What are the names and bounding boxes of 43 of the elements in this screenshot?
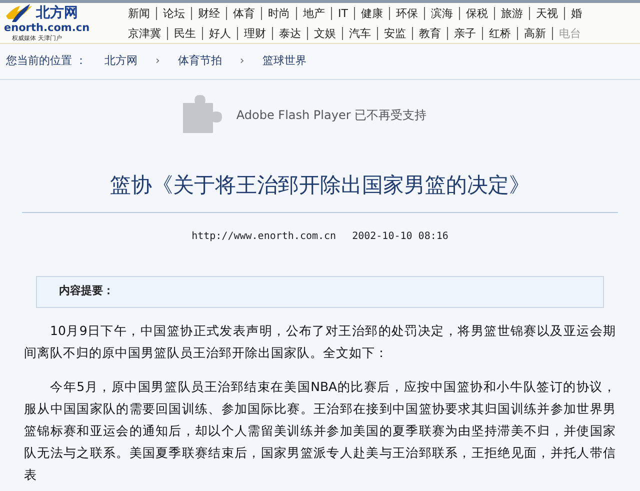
breadcrumb-link[interactable]: 篮球世界 bbox=[262, 53, 306, 70]
breadcrumb-separator: › bbox=[156, 53, 160, 70]
nav-link[interactable]: 论坛 bbox=[156, 6, 191, 20]
nav-link[interactable]: 天视 bbox=[528, 6, 564, 20]
nav-link[interactable]: 文娱 bbox=[307, 26, 342, 40]
nav-link[interactable]: 财经 bbox=[191, 6, 226, 20]
nav-link[interactable]: 亲子 bbox=[447, 26, 482, 40]
nav-link[interactable]: 红桥 bbox=[482, 26, 517, 40]
logo-name: 北方网 bbox=[36, 6, 78, 20]
breadcrumb-label: 您当前的位置 ： bbox=[6, 53, 86, 70]
nav-link[interactable]: 教育 bbox=[412, 26, 447, 40]
nav-link[interactable]: 民生 bbox=[167, 26, 202, 40]
puzzle-icon bbox=[183, 95, 222, 135]
article-paragraph: 10月9日下午，中国篮协正式发表声明，公布了对王治郅的处罚决定，将男篮世锦赛以及亚运会期间离队不归的原中国男篮队员王治郅开除出国家队。全文如下： bbox=[24, 322, 616, 362]
nav-link[interactable]: 地产 bbox=[296, 6, 331, 20]
nav-link[interactable]: 理财 bbox=[237, 26, 272, 40]
nav-link[interactable]: 泰达 bbox=[272, 26, 307, 40]
nav-link[interactable]: 婚 bbox=[564, 6, 588, 20]
logo-icon bbox=[4, 4, 34, 22]
nav-link[interactable]: 滨海 bbox=[424, 6, 459, 20]
nav-link[interactable]: 安监 bbox=[377, 26, 412, 40]
nav-link[interactable]: 高新 bbox=[517, 26, 552, 40]
nav-link[interactable]: 体育 bbox=[226, 6, 261, 20]
nav-link[interactable]: 汽车 bbox=[342, 26, 377, 40]
logo-domain: enorth.com.cn bbox=[4, 23, 91, 34]
publish-date: 2002-10-10 08:16 bbox=[352, 230, 448, 244]
nav-link[interactable]: 新闻 bbox=[128, 6, 156, 20]
nav-link[interactable]: 旅游 bbox=[494, 6, 529, 20]
source-link[interactable]: http://www.enorth.com.cn bbox=[192, 228, 336, 244]
nav-link[interactable]: 时尚 bbox=[261, 6, 296, 20]
breadcrumb-link[interactable]: 体育节拍 bbox=[178, 53, 222, 70]
article-title: 篮协《关于将王治郅开除出国家男篮的决定》 bbox=[109, 172, 531, 199]
article-paragraph: 今年5月，原中国男篮队员王治郅结束在美国NBA的比赛后，应按中国篮协和小牛队签订的协议，服从中国国家队的需要回国训练、参加国际比赛。王治郅在接到中国篮协要求其归国训练并参加世界男篮锦标赛和亚运会的通知后，却以个人需留美训练并参加美国的夏季联赛为由坚持滞美不归，并使国家队无法与之联系。美国夏季联赛结束后，国家男篮派专人赴美与王治郅联系，王拒绝见面，并托人带信表 bbox=[24, 378, 616, 484]
nav-link[interactable]: IT bbox=[331, 6, 354, 20]
nav-link[interactable]: 健康 bbox=[354, 6, 389, 20]
breadcrumb-separator: › bbox=[240, 53, 244, 70]
plugin-notice: Adobe Flash Player 已不再受支持 bbox=[236, 107, 427, 124]
nav-link[interactable]: 好人 bbox=[202, 26, 237, 40]
nav-link[interactable]: 保税 bbox=[458, 6, 494, 20]
nav-link[interactable]: 环保 bbox=[388, 6, 424, 20]
nav-link[interactable]: 京津冀 bbox=[128, 26, 167, 40]
summary-label: 内容提要： bbox=[59, 283, 114, 300]
breadcrumb-link[interactable]: 北方网 bbox=[104, 53, 138, 70]
